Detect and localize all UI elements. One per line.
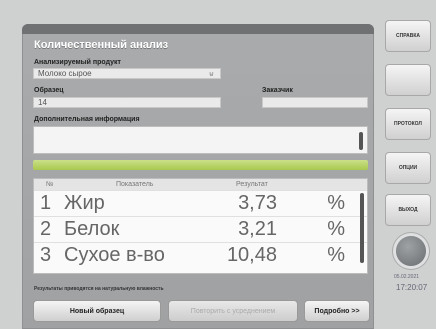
table-header: № Показатель Результат xyxy=(34,179,367,190)
row-parameter: Белок xyxy=(64,218,120,240)
progress-bar xyxy=(33,160,368,170)
table-row[interactable]: 3 Сухое в-во 10,48 % xyxy=(34,242,367,267)
header-number: № xyxy=(46,181,54,188)
row-parameter: Сухое в-во xyxy=(64,244,165,266)
info-label: Дополнительная информация xyxy=(34,116,140,123)
info-scrollbar[interactable] xyxy=(359,132,363,150)
options-button[interactable]: ОПЦИИ xyxy=(385,152,431,184)
row-parameter: Жир xyxy=(64,192,105,214)
customer-label: Заказчик xyxy=(262,87,293,94)
row-unit: % xyxy=(327,192,345,214)
help-button[interactable]: СПРАВКА xyxy=(385,20,431,52)
row-unit: % xyxy=(327,244,345,266)
table-row[interactable]: 2 Белок 3,21 % xyxy=(34,216,367,241)
power-knob-icon[interactable] xyxy=(396,236,426,266)
panel-title-bar xyxy=(22,24,374,34)
row-value: 3,21 xyxy=(238,218,277,240)
blank-side-button[interactable] xyxy=(385,64,431,96)
exit-button[interactable]: ВЫХОД xyxy=(385,194,431,226)
info-textarea[interactable] xyxy=(33,126,368,154)
results-table: № Показатель Результат 1 Жир 3,73 % 2 Бе… xyxy=(33,178,368,274)
time-display: 17:20:07 xyxy=(396,283,428,292)
row-number: 1 xyxy=(40,192,52,214)
row-number: 2 xyxy=(40,218,52,240)
row-number: 3 xyxy=(40,244,52,266)
results-note: Результаты приводятся на натуральную вла… xyxy=(34,286,164,292)
new-sample-button[interactable]: Новый образец xyxy=(33,300,161,322)
protocol-button[interactable]: ПРОТОКОЛ xyxy=(385,108,431,140)
row-value: 10,48 xyxy=(226,244,277,266)
row-value: 3,73 xyxy=(238,192,277,214)
repeat-average-button[interactable]: Повторить с усреднением xyxy=(168,300,298,322)
customer-field[interactable] xyxy=(262,97,368,108)
product-label: Анализируемый продукт xyxy=(34,59,121,66)
table-row[interactable]: 1 Жир 3,73 % xyxy=(34,190,367,215)
date-display: 05.02.2021 xyxy=(394,274,420,280)
chevron-down-icon: ⊌ xyxy=(208,71,214,78)
header-parameter: Показатель xyxy=(116,181,154,188)
product-select-value: Молоко сырое xyxy=(38,69,92,78)
sample-label: Образец xyxy=(34,87,64,94)
sample-field[interactable]: 14 xyxy=(33,97,221,108)
page-title: Количественный анализ xyxy=(34,39,169,51)
row-unit: % xyxy=(327,218,345,240)
details-button[interactable]: Подробно >> xyxy=(304,300,370,322)
info-textarea-value xyxy=(34,127,367,133)
header-result: Результат xyxy=(236,181,268,188)
table-scrollbar[interactable] xyxy=(360,193,364,263)
product-select[interactable]: Молоко сырое ⊌ xyxy=(33,68,221,79)
